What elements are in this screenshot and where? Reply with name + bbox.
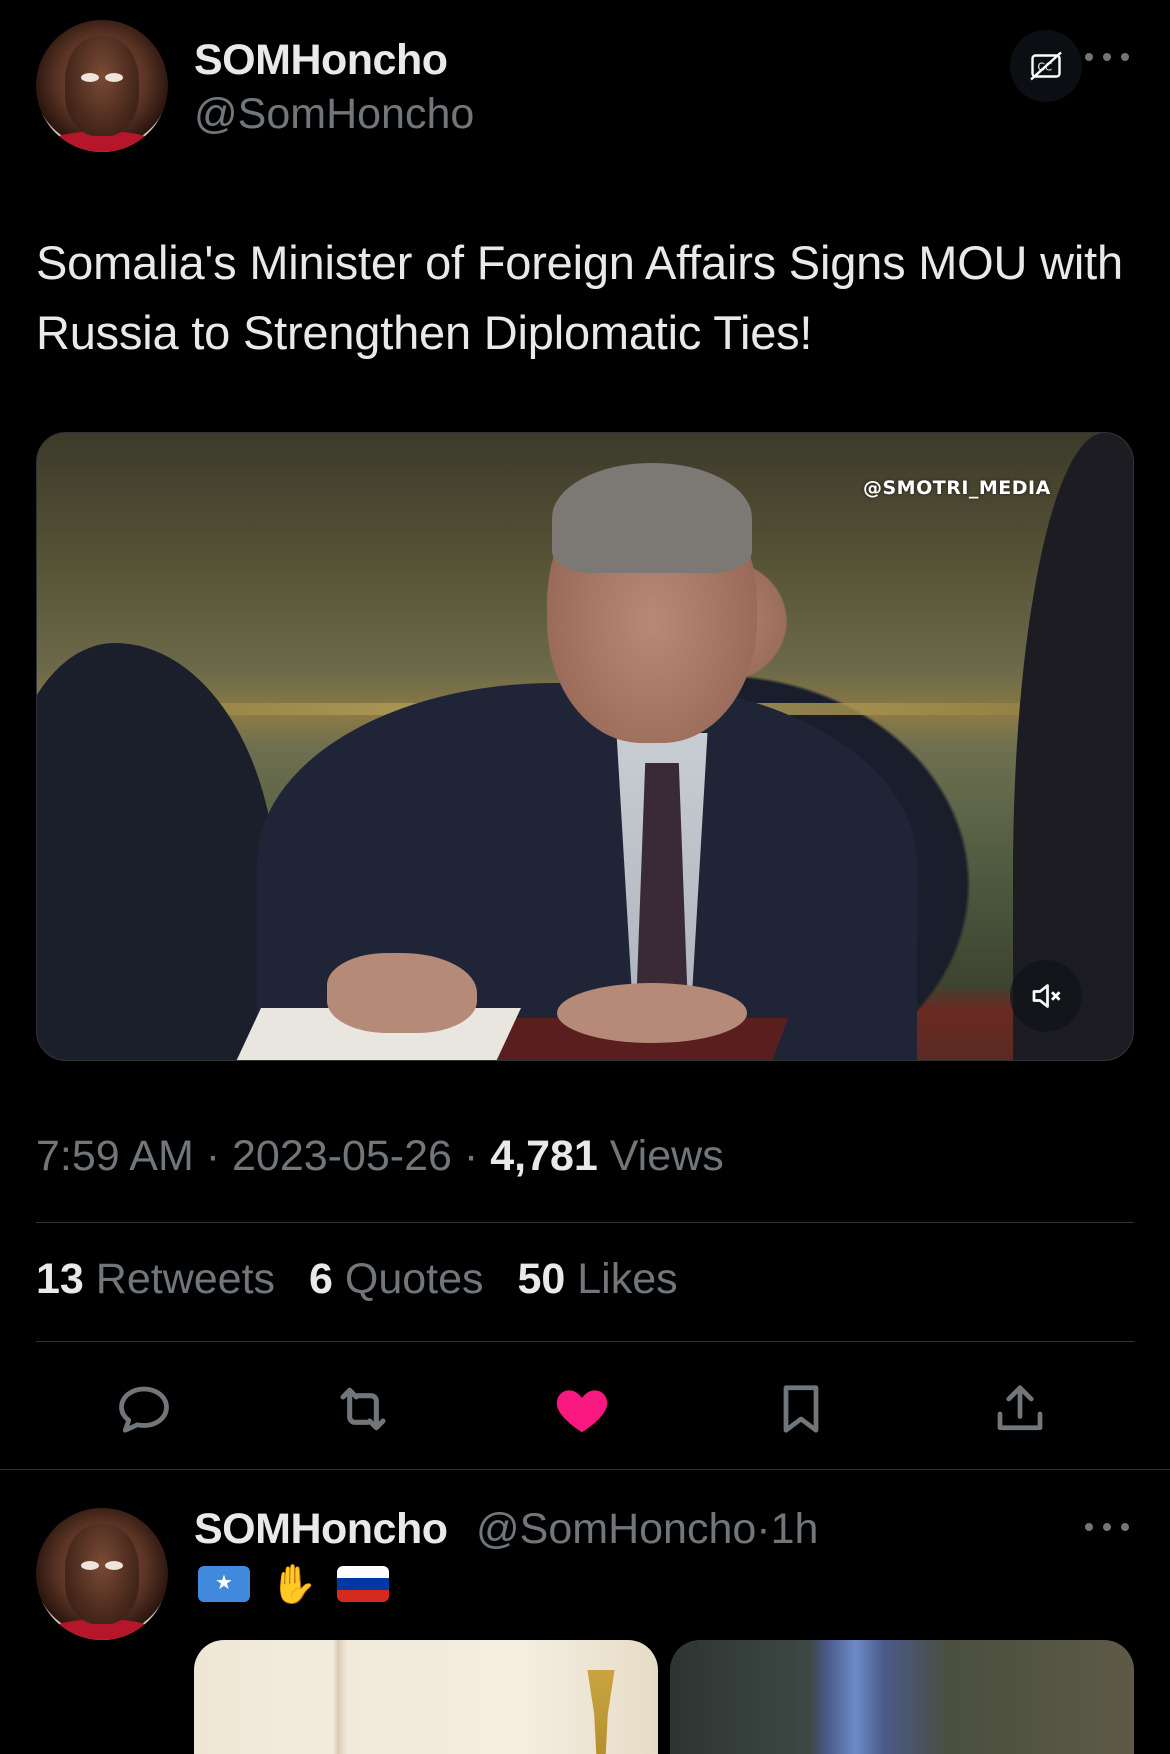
- reply-image[interactable]: [194, 1640, 658, 1754]
- quotes-label: Quotes: [344, 1255, 484, 1303]
- closed-captions-off-icon: CC: [1030, 51, 1062, 81]
- divider: [0, 1469, 1170, 1470]
- video-watermark: @SMOTRI_MEDIA: [863, 477, 1051, 499]
- avatar-eye: [104, 1560, 124, 1571]
- reply-author-display-name[interactable]: SOMHoncho: [194, 1505, 448, 1554]
- reply-separator: ·: [756, 1505, 771, 1553]
- author-handle[interactable]: @SomHoncho: [194, 90, 474, 139]
- reply-author-avatar[interactable]: [36, 1508, 168, 1640]
- reply-author-handle-time: @SomHoncho·1h: [476, 1505, 818, 1554]
- likes-label: Likes: [577, 1255, 678, 1303]
- bookmark-icon: [783, 1385, 819, 1433]
- closed-captions-button[interactable]: CC: [1010, 30, 1082, 102]
- views-label: Views: [609, 1132, 724, 1180]
- tweet-detail-page: SOMHoncho @SomHoncho Somalia's Minister …: [0, 0, 1170, 1754]
- more-options-icon[interactable]: [1085, 50, 1129, 64]
- quotes-stat[interactable]: 6 Quotes: [309, 1255, 484, 1303]
- tweet-video[interactable]: @SMOTRI_MEDIA: [36, 432, 1134, 1061]
- meta-separator: ·: [205, 1132, 221, 1180]
- reply-button[interactable]: [111, 1376, 177, 1442]
- avatar-face: [65, 35, 139, 137]
- like-button[interactable]: [549, 1376, 615, 1442]
- reply-text: ✋: [198, 1562, 390, 1606]
- retweets-label: Retweets: [95, 1255, 276, 1303]
- divider: [36, 1222, 1134, 1223]
- author-avatar[interactable]: [36, 20, 168, 152]
- russia-flag-icon: [337, 1566, 390, 1602]
- retweet-button[interactable]: [330, 1376, 396, 1442]
- somalia-flag-icon: [198, 1566, 250, 1602]
- tweet-time: 7:59 AM: [36, 1132, 194, 1180]
- engagement-stats: 13 Retweets 6 Quotes 50 Likes: [36, 1255, 700, 1304]
- tweet-date[interactable]: 2023-05-26: [232, 1132, 452, 1180]
- retweets-count: 13: [36, 1255, 84, 1303]
- avatar-face: [65, 1523, 139, 1625]
- likes-count: 50: [517, 1255, 566, 1303]
- retweet-icon: [340, 1387, 386, 1431]
- tweet-text: Somalia's Minister of Foreign Affairs Si…: [36, 236, 1123, 359]
- more-options-icon[interactable]: [1085, 1520, 1129, 1534]
- reply-image[interactable]: [670, 1640, 1134, 1754]
- author-display-name[interactable]: SOMHoncho: [194, 36, 448, 85]
- retweets-stat[interactable]: 13 Retweets: [36, 1255, 275, 1303]
- reply-time[interactable]: 1h: [771, 1505, 819, 1553]
- bookmark-button[interactable]: [768, 1376, 834, 1442]
- mute-button[interactable]: [1010, 960, 1082, 1032]
- video-hand: [327, 953, 477, 1033]
- avatar-eye: [104, 72, 124, 83]
- video-hair: [552, 463, 752, 573]
- meta-separator: ·: [463, 1132, 479, 1180]
- reply-icon: [119, 1386, 169, 1433]
- volume-muted-icon: [1032, 984, 1061, 1008]
- views-count: 4,781: [490, 1132, 598, 1180]
- handshake-icon: ✋: [270, 1562, 318, 1606]
- share-icon: [997, 1385, 1043, 1431]
- quotes-count: 6: [309, 1255, 333, 1303]
- heart-filled-icon: [556, 1390, 608, 1433]
- image-vase: [587, 1670, 615, 1754]
- likes-stat[interactable]: 50 Likes: [517, 1255, 677, 1303]
- divider: [36, 1341, 1134, 1342]
- share-button[interactable]: [987, 1376, 1053, 1442]
- reply-author-handle[interactable]: @SomHoncho: [476, 1505, 756, 1553]
- video-hand: [557, 983, 747, 1043]
- tweet-meta: 7:59 AM · 2023-05-26 · 4,781 Views: [36, 1132, 724, 1181]
